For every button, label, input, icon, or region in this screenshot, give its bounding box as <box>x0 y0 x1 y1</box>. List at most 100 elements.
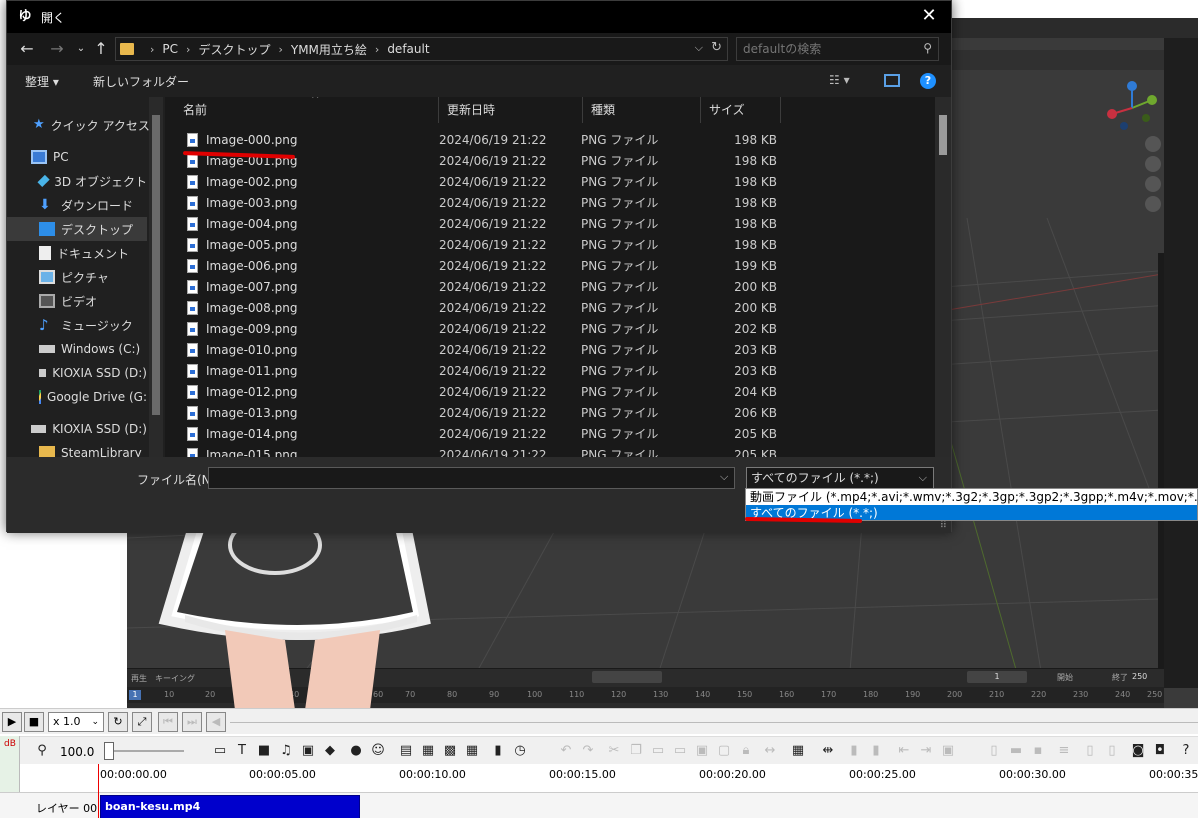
search-input[interactable] <box>743 41 913 57</box>
chevron-right-icon[interactable]: › <box>186 43 190 56</box>
file-row[interactable]: Image-002.png 2024/06/19 21:22 PNG ファイル 198… <box>165 171 935 192</box>
chevron-right-icon[interactable]: › <box>375 43 379 56</box>
chevron-down-icon[interactable]: ⌵ <box>720 470 728 484</box>
text-icon[interactable]: T <box>234 743 250 759</box>
navigation-pane[interactable]: ★ クイック アクセス PC 3D オブジェクト ⬇ ダウンロード デスクトップ… <box>7 97 163 457</box>
skip-end-icon[interactable]: ⏭ <box>182 712 202 732</box>
zoom-slider[interactable] <box>104 750 184 752</box>
timeline-layer[interactable]: レイヤー 00 boan-kesu.mp4 <box>0 792 1198 818</box>
comment-icon[interactable]: ▭ <box>212 743 228 759</box>
breadcrumb-item[interactable]: default <box>387 42 429 56</box>
file-row[interactable]: Image-014.png 2024/06/19 21:22 PNG ファイル 205… <box>165 423 935 444</box>
frame-icon[interactable]: ▦ <box>420 743 436 759</box>
file-list[interactable]: 名前 更新日時 種類 サイズ ^ Image-000.png 2024/06/19… <box>165 97 951 457</box>
file-row[interactable]: Image-010.png 2024/06/19 21:22 PNG ファイル 203… <box>165 339 935 360</box>
file-type-option-video[interactable]: 動画ファイル (*.mp4;*.avi;*.wmv;*.3g2;*.3gp;*.… <box>746 489 1197 505</box>
file-row[interactable]: Image-012.png 2024/06/19 21:22 PNG ファイル 204… <box>165 381 935 402</box>
close-button[interactable]: ✕ <box>907 1 951 33</box>
refresh-icon[interactable]: ↻ <box>711 40 722 55</box>
sidebar-scrollbar[interactable] <box>149 97 163 457</box>
play-menu[interactable]: 再生 <box>131 673 147 684</box>
file-row[interactable]: Image-009.png 2024/06/19 21:22 PNG ファイル 202… <box>165 318 935 339</box>
document-icon[interactable]: ▯ <box>1082 743 1098 759</box>
character-icon[interactable]: ● <box>348 743 364 759</box>
playhead[interactable] <box>98 764 99 818</box>
scene-icon[interactable]: ▤ <box>398 743 414 759</box>
sidebar-item-videos[interactable]: ビデオ <box>7 289 147 313</box>
delete-all-icon[interactable]: ▮ <box>868 743 884 759</box>
current-frame-marker[interactable]: 1 <box>129 690 141 700</box>
play-icon[interactable]: ▶ <box>2 712 22 732</box>
forward-arrow-icon[interactable]: → <box>47 39 67 59</box>
current-frame-field[interactable]: 1 <box>967 671 1027 683</box>
image-icon[interactable]: ▣ <box>300 743 316 759</box>
timeline-ruler[interactable]: 00:00:00.00 00:00:05.00 00:00:10.00 00:0… <box>20 764 1198 792</box>
seek-bar[interactable] <box>230 722 1198 723</box>
breadcrumb-item[interactable]: YMM用立ち絵 <box>291 41 367 58</box>
loop-icon[interactable]: ↻ <box>108 712 128 732</box>
paste-special-icon[interactable]: ▭ <box>672 743 688 759</box>
column-header-date[interactable]: 更新日時 <box>439 97 583 123</box>
chevron-down-icon[interactable]: ⌵ <box>919 468 927 488</box>
prev-frame-icon[interactable]: ◀ <box>206 712 226 732</box>
trim-start-icon[interactable]: ⇤ <box>896 743 912 759</box>
end-frame-value[interactable]: 250 <box>1132 672 1147 681</box>
copy-icon[interactable]: ❐ <box>628 743 644 759</box>
scrollbar-thumb[interactable] <box>939 115 947 155</box>
dialog-titlebar[interactable]: ゆ 開く ✕ <box>7 1 951 33</box>
zoom-slider-thumb[interactable] <box>104 742 114 760</box>
file-type-select[interactable]: すべてのファイル (*.*;) ⌵ <box>746 467 934 489</box>
file-row[interactable]: Image-011.png 2024/06/19 21:22 PNG ファイル 203… <box>165 360 935 381</box>
file-type-dropdown[interactable]: 動画ファイル (*.mp4;*.avi;*.wmv;*.3g2;*.3gp;*.… <box>745 488 1198 521</box>
scrollbar-thumb[interactable] <box>152 115 160 415</box>
sidebar-item-drive-d[interactable]: KIOXIA SSD (D:) <box>7 361 147 385</box>
sidebar-item-pictures[interactable]: ピクチャ <box>7 265 147 289</box>
undo-icon[interactable]: ↶ <box>558 743 574 759</box>
file-row[interactable]: Image-006.png 2024/06/19 21:22 PNG ファイル 199… <box>165 255 935 276</box>
file-row[interactable]: Image-008.png 2024/06/19 21:22 PNG ファイル 200… <box>165 297 935 318</box>
shape-icon[interactable]: ◆ <box>322 743 338 759</box>
grid-icon[interactable]: ▦ <box>464 743 480 759</box>
pan-tool-icon[interactable] <box>1145 156 1161 172</box>
align-icon[interactable]: ⇹ <box>820 743 836 759</box>
help-icon[interactable]: ? <box>920 73 936 89</box>
file-row[interactable]: Image-001.png 2024/06/19 21:22 PNG ファイル 198… <box>165 150 935 171</box>
grid-tool-icon[interactable] <box>1145 196 1161 212</box>
search-box[interactable]: ⚲ <box>736 37 939 61</box>
column-header-name[interactable]: 名前 <box>165 97 439 123</box>
search-icon[interactable]: ⚲ <box>923 41 932 55</box>
chevron-down-icon[interactable]: ⌵ <box>695 41 703 55</box>
lock-icon[interactable]: 🔒︎ <box>738 743 754 759</box>
file-row[interactable]: Image-003.png 2024/06/19 21:22 PNG ファイル 198… <box>165 192 935 213</box>
file-list-scrollbar[interactable] <box>935 97 951 457</box>
viewport-transport-controls[interactable] <box>592 671 662 683</box>
filename-field[interactable] <box>208 467 735 489</box>
back-arrow-icon[interactable]: ← <box>17 39 37 59</box>
audio-icon[interactable]: ♫ <box>278 743 294 759</box>
stop-icon[interactable]: ■ <box>24 712 44 732</box>
properties-tabs[interactable] <box>1164 38 1198 688</box>
split-icon[interactable]: ↔ <box>762 743 778 759</box>
camera-tool-icon[interactable] <box>1145 176 1161 192</box>
file-row[interactable]: Image-013.png 2024/06/19 21:22 PNG ファイル 206… <box>165 402 935 423</box>
file-row[interactable]: Image-004.png 2024/06/19 21:22 PNG ファイル 198… <box>165 213 935 234</box>
ungroup-icon[interactable]: ▢ <box>716 743 732 759</box>
sidebar-item-documents[interactable]: ドキュメント <box>7 241 147 265</box>
column-header-size[interactable]: サイズ <box>701 97 781 123</box>
viewport-shading-bar[interactable] <box>947 50 1197 70</box>
picture-icon[interactable]: ▩ <box>442 743 458 759</box>
file-row[interactable]: Image-005.png 2024/06/19 21:22 PNG ファイル 198… <box>165 234 935 255</box>
group-icon[interactable]: ▣ <box>694 743 710 759</box>
view-options-button[interactable]: ☷ ▾ <box>829 73 850 87</box>
address-bar[interactable]: › PC › デスクトップ › YMM用立ち絵 › default ⌵ ↻ <box>115 37 728 61</box>
sidebar-item-downloads[interactable]: ⬇ ダウンロード <box>7 193 147 217</box>
breadcrumb-item[interactable]: デスクトップ <box>198 41 270 58</box>
trim-end-icon[interactable]: ⇥ <box>918 743 934 759</box>
sidebar-item-steamlibrary[interactable]: SteamLibrary <box>7 441 147 457</box>
preview-pane-icon[interactable] <box>884 74 900 87</box>
file-row[interactable]: Image-007.png 2024/06/19 21:22 PNG ファイル 200… <box>165 276 935 297</box>
recent-locations-icon[interactable]: ⌄ <box>71 39 91 59</box>
sidebar-item-pc[interactable]: PC <box>7 145 147 169</box>
file-row[interactable]: Image-015.png 2024/06/19 21:22 PNG ファイル 205… <box>165 444 935 457</box>
sidebar-item-drive-c[interactable]: Windows (C:) <box>7 337 147 361</box>
